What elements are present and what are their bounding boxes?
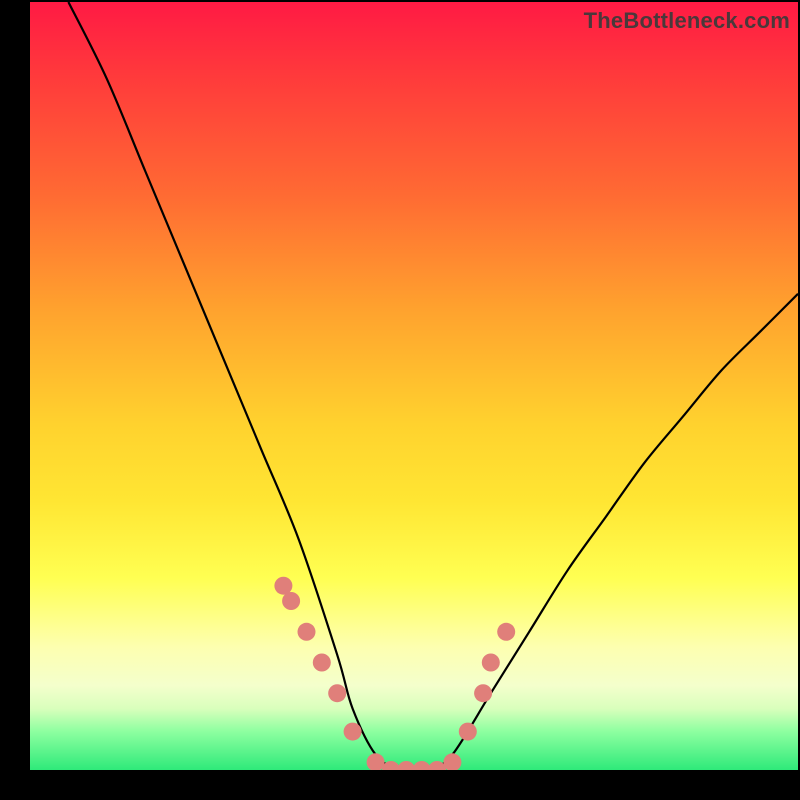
highlight-dots: [274, 577, 515, 770]
bottleneck-curve: [68, 2, 798, 770]
highlight-dot: [443, 753, 461, 770]
highlight-dot: [474, 684, 492, 702]
plot-area: TheBottleneck.com: [30, 2, 798, 770]
highlight-dot: [413, 761, 431, 770]
highlight-dot: [274, 577, 292, 595]
curve-layer: [30, 2, 798, 770]
highlight-dot: [382, 761, 400, 770]
highlight-dot: [459, 723, 477, 741]
highlight-dot: [344, 723, 362, 741]
highlight-dot: [497, 623, 515, 641]
highlight-dot: [397, 761, 415, 770]
highlight-dot: [482, 654, 500, 672]
highlight-dot: [298, 623, 316, 641]
chart-container: TheBottleneck.com: [0, 0, 800, 800]
highlight-dot: [367, 753, 385, 770]
highlight-dot: [428, 761, 446, 770]
watermark-text: TheBottleneck.com: [584, 8, 790, 34]
highlight-dot: [282, 592, 300, 610]
highlight-dot: [313, 654, 331, 672]
highlight-dot: [328, 684, 346, 702]
